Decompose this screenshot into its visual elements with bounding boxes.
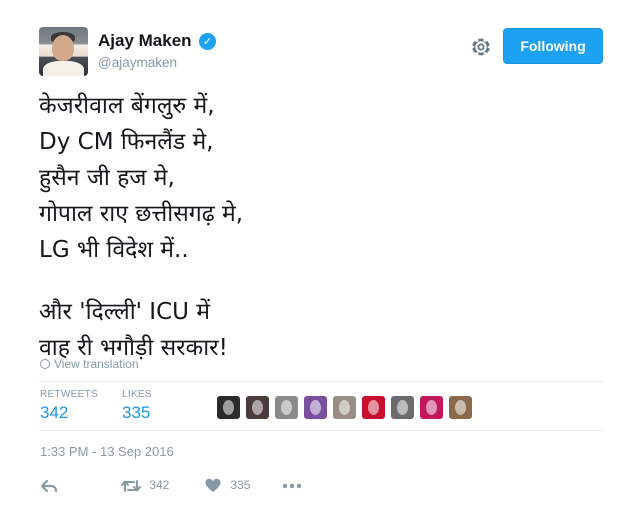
globe-icon bbox=[40, 359, 50, 369]
user-name[interactable]: Ajay Maken bbox=[98, 31, 192, 51]
liker-avatar-shape bbox=[223, 400, 234, 415]
tweet-line: गोपाल राए छत्तीसगढ़ मे, bbox=[39, 201, 244, 227]
liker-avatar-shape bbox=[339, 400, 350, 415]
likes-stat[interactable]: LIKES 335 bbox=[122, 389, 152, 423]
liker-avatar[interactable] bbox=[391, 396, 414, 419]
retweets-stat[interactable]: RETWEETS 342 bbox=[40, 389, 98, 423]
following-button[interactable]: Following bbox=[503, 28, 603, 64]
reply-icon bbox=[40, 479, 58, 492]
retweet-button[interactable]: 342 bbox=[120, 475, 169, 495]
liker-avatar[interactable] bbox=[246, 396, 269, 419]
like-count: 335 bbox=[230, 478, 251, 492]
liker-avatar-shape bbox=[455, 400, 466, 415]
like-button[interactable]: 335 bbox=[205, 475, 250, 495]
liker-avatar[interactable] bbox=[333, 396, 356, 419]
avatar[interactable] bbox=[39, 27, 88, 76]
verified-badge-icon: ✓ bbox=[199, 33, 216, 50]
user-handle[interactable]: @ajaymaken bbox=[98, 55, 177, 70]
likes-value: 335 bbox=[122, 403, 151, 422]
tweet-line: Dy CM फिनलैंड मे, bbox=[39, 129, 214, 155]
divider bbox=[39, 381, 604, 382]
heart-icon bbox=[205, 479, 221, 493]
liker-avatar[interactable] bbox=[275, 396, 298, 419]
tweet-gap bbox=[39, 268, 609, 294]
view-translation-label: View translation bbox=[54, 357, 139, 371]
gear-icon[interactable] bbox=[469, 35, 493, 59]
liker-avatar[interactable] bbox=[217, 396, 240, 419]
tweet-line: केजरीवाल बेंगलुरु में, bbox=[39, 93, 215, 119]
more-icon bbox=[282, 483, 302, 489]
view-translation-link[interactable]: View translation bbox=[40, 357, 139, 371]
retweet-count: 342 bbox=[149, 478, 170, 492]
liker-avatar-shape bbox=[397, 400, 408, 415]
tweet-line: हुसैन जी हज मे, bbox=[39, 165, 175, 191]
liker-avatar[interactable] bbox=[304, 396, 327, 419]
liker-avatar-shape bbox=[426, 400, 437, 415]
liker-avatar-shape bbox=[310, 400, 321, 415]
liker-avatar[interactable] bbox=[420, 396, 443, 419]
retweets-label: RETWEETS bbox=[40, 389, 98, 400]
liker-avatar[interactable] bbox=[449, 396, 472, 419]
tweet-line: LG भी विदेश में.. bbox=[39, 237, 189, 263]
more-button[interactable] bbox=[282, 475, 302, 495]
retweet-icon bbox=[121, 479, 141, 492]
reply-button[interactable] bbox=[40, 475, 58, 495]
liker-avatar-shape bbox=[252, 400, 263, 415]
tweet-card: Ajay Maken ✓ @ajaymaken Following केजरीव… bbox=[0, 0, 640, 521]
retweets-value: 342 bbox=[40, 403, 69, 422]
avatar-body bbox=[43, 61, 84, 76]
tweet-timestamp[interactable]: 1:33 PM - 13 Sep 2016 bbox=[40, 444, 174, 459]
liker-avatar[interactable] bbox=[362, 396, 385, 419]
tweet-line: और 'दिल्ली' ICU में bbox=[39, 299, 211, 325]
avatar-head bbox=[52, 35, 74, 61]
likes-label: LIKES bbox=[122, 389, 152, 400]
liker-avatar-shape bbox=[281, 400, 292, 415]
liker-avatar-shape bbox=[368, 400, 379, 415]
divider bbox=[39, 430, 604, 431]
tweet-text: केजरीवाल बेंगलुरु में, Dy CM फिनलैंड मे,… bbox=[39, 88, 609, 366]
